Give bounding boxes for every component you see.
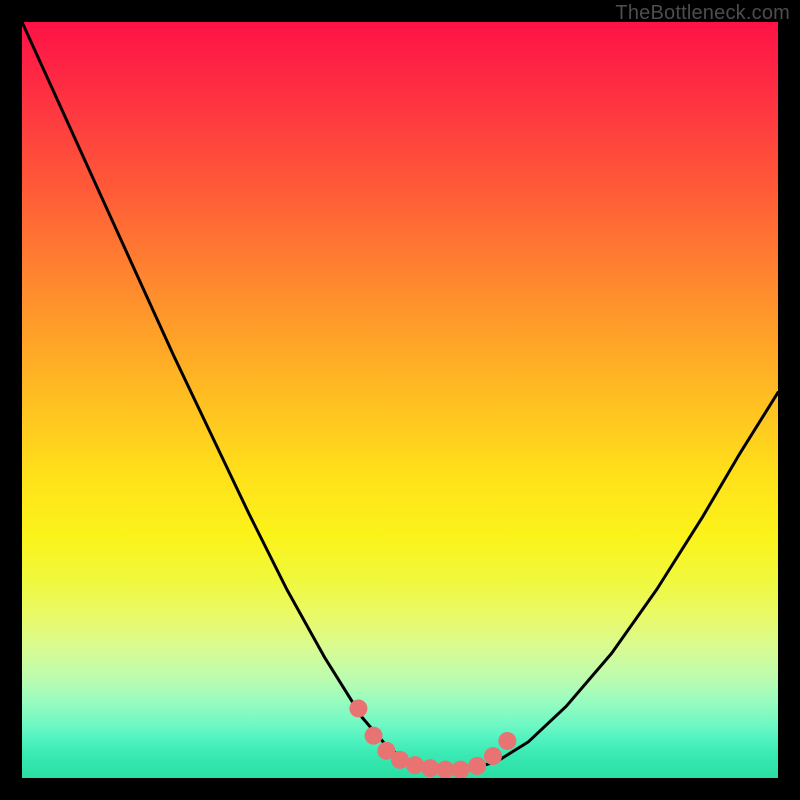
curve-marker xyxy=(484,747,502,765)
curve-marker xyxy=(406,756,424,774)
curve-marker xyxy=(468,757,486,775)
bottleneck-curve xyxy=(22,22,778,778)
chart-frame: TheBottleneck.com xyxy=(0,0,800,800)
plot-area xyxy=(22,22,778,778)
curve-marker xyxy=(451,761,469,778)
curve-marker xyxy=(349,699,367,717)
watermark-text: TheBottleneck.com xyxy=(615,2,790,25)
curve-marker xyxy=(365,727,383,745)
curve-line xyxy=(22,22,778,770)
curve-marker xyxy=(498,732,516,750)
